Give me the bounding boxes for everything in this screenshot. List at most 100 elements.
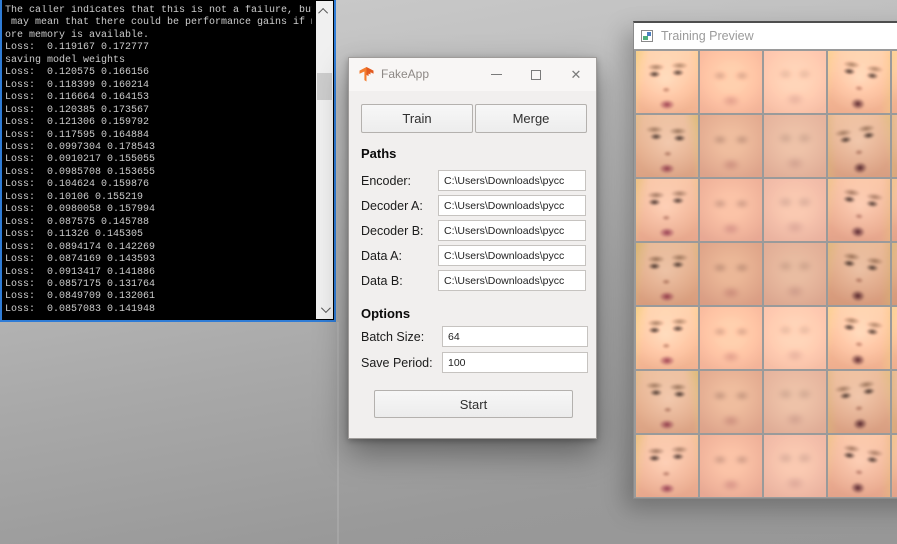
preview-face-edge [892, 179, 897, 241]
start-button[interactable]: Start [374, 390, 573, 418]
decoder-b-row: Decoder B: [349, 220, 596, 245]
batch-size-row: Batch Size: [349, 326, 596, 351]
maximize-button[interactable] [516, 58, 556, 91]
preview-face-edge [892, 371, 897, 433]
console-window: The caller indicates that this is not a … [0, 0, 336, 322]
decoder-a-path-input[interactable] [438, 195, 586, 216]
preview-titlebar[interactable]: Training Preview [634, 23, 897, 49]
console-line: may mean that there could be performance… [5, 17, 312, 29]
desktop: { "console": { "lines": [ "The caller in… [0, 0, 897, 544]
console-line: Loss: 0.120385 0.173567 [5, 105, 312, 117]
scroll-up-button[interactable] [316, 3, 333, 19]
preview-face-recon-1 [700, 115, 762, 177]
fakeapp-window: FakeApp ✕ Train Merge Paths Encoder: Dec… [348, 57, 597, 439]
data-a-path-input[interactable] [438, 245, 586, 266]
data-b-label: Data B: [361, 270, 403, 292]
preview-face-recon-1 [700, 51, 762, 113]
preview-face-recon-1 [700, 179, 762, 241]
preview-face-sharp-a [636, 115, 698, 177]
console-line: Loss: 0.0913417 0.141886 [5, 267, 312, 279]
console-line: Loss: 0.0894174 0.142269 [5, 242, 312, 254]
console-line: Loss: 0.0910217 0.155055 [5, 154, 312, 166]
merge-button[interactable]: Merge [475, 104, 587, 133]
train-button[interactable]: Train [361, 104, 473, 133]
preview-face-recon-2 [764, 371, 826, 433]
console-line: ore memory is available. [5, 30, 312, 42]
encoder-label: Encoder: [361, 170, 411, 192]
chevron-down-icon [321, 303, 331, 313]
console-output: The caller indicates that this is not a … [5, 5, 312, 317]
decoder-a-row: Decoder A: [349, 195, 596, 220]
preview-window-icon [641, 30, 653, 42]
console-line: Loss: 0.0980058 0.157994 [5, 204, 312, 216]
data-a-label: Data A: [361, 245, 402, 267]
training-preview-window: Training Preview [633, 21, 897, 499]
preview-window-title: Training Preview [661, 23, 754, 49]
console-line: Loss: 0.087575 0.145788 [5, 217, 312, 229]
console-line: Loss: 0.121306 0.159792 [5, 117, 312, 129]
console-line: Loss: 0.0997304 0.178543 [5, 142, 312, 154]
console-line: Loss: 0.0857083 0.141948 [5, 304, 312, 316]
data-a-row: Data A: [349, 245, 596, 270]
data-b-row: Data B: [349, 270, 596, 295]
scrollbar-thumb[interactable] [317, 73, 332, 100]
preview-face-recon-2 [764, 307, 826, 369]
scroll-down-button[interactable] [316, 301, 333, 317]
preview-face-sharp-a [636, 307, 698, 369]
window-title: FakeApp [381, 58, 429, 91]
preview-face-recon-2 [764, 51, 826, 113]
decoder-a-label: Decoder A: [361, 195, 423, 217]
close-icon: ✕ [571, 68, 582, 81]
preview-face-sharp-b [828, 115, 890, 177]
minimize-button[interactable] [476, 58, 516, 91]
batch-size-label: Batch Size: [361, 326, 424, 348]
console-line: Loss: 0.0874169 0.143593 [5, 254, 312, 266]
preview-face-edge [892, 115, 897, 177]
data-b-path-input[interactable] [438, 270, 586, 291]
console-line: saving model weights [5, 55, 312, 67]
save-period-input[interactable] [442, 352, 588, 373]
preview-face-sharp-a [636, 179, 698, 241]
preview-face-recon-2 [764, 435, 826, 497]
console-line: Loss: 0.0857175 0.131764 [5, 279, 312, 291]
maximize-icon [531, 70, 541, 80]
preview-face-recon-2 [764, 179, 826, 241]
preview-face-sharp-a [636, 371, 698, 433]
console-line: Loss: 0.0985708 0.153655 [5, 167, 312, 179]
preview-grid [634, 50, 897, 497]
console-scrollbar[interactable] [316, 1, 333, 319]
save-period-row: Save Period: [349, 352, 596, 377]
decoder-b-label: Decoder B: [361, 220, 424, 242]
console-line: Loss: 0.11326 0.145305 [5, 229, 312, 241]
preview-face-recon-1 [700, 371, 762, 433]
preview-face-sharp-b [828, 307, 890, 369]
console-line: Loss: 0.118399 0.160214 [5, 80, 312, 92]
preview-face-edge [892, 243, 897, 305]
console-line: Loss: 0.119167 0.172777 [5, 42, 312, 54]
preview-face-edge [892, 435, 897, 497]
preview-face-sharp-a [636, 435, 698, 497]
minimize-icon [491, 74, 502, 75]
close-button[interactable]: ✕ [556, 58, 596, 91]
preview-face-edge [892, 51, 897, 113]
preview-face-recon-2 [764, 243, 826, 305]
chevron-up-icon [318, 7, 328, 17]
paths-heading: Paths [361, 146, 396, 161]
fakeapp-titlebar[interactable]: FakeApp ✕ [349, 58, 596, 91]
console-line: Loss: 0.117595 0.164884 [5, 130, 312, 142]
preview-face-edge [892, 307, 897, 369]
preview-face-recon-1 [700, 243, 762, 305]
console-line: The caller indicates that this is not a … [5, 5, 312, 17]
encoder-path-input[interactable] [438, 170, 586, 191]
fakeapp-logo-icon [358, 66, 375, 83]
preview-face-recon-2 [764, 115, 826, 177]
decoder-b-path-input[interactable] [438, 220, 586, 241]
options-heading: Options [361, 306, 410, 321]
console-line: Loss: 0.10106 0.155219 [5, 192, 312, 204]
window-edge-highlight [337, 322, 339, 544]
preview-face-sharp-b [828, 179, 890, 241]
batch-size-input[interactable] [442, 326, 588, 347]
preview-face-sharp-a [636, 51, 698, 113]
console-line: Loss: 0.116664 0.164153 [5, 92, 312, 104]
console-line: Loss: 0.120575 0.166156 [5, 67, 312, 79]
